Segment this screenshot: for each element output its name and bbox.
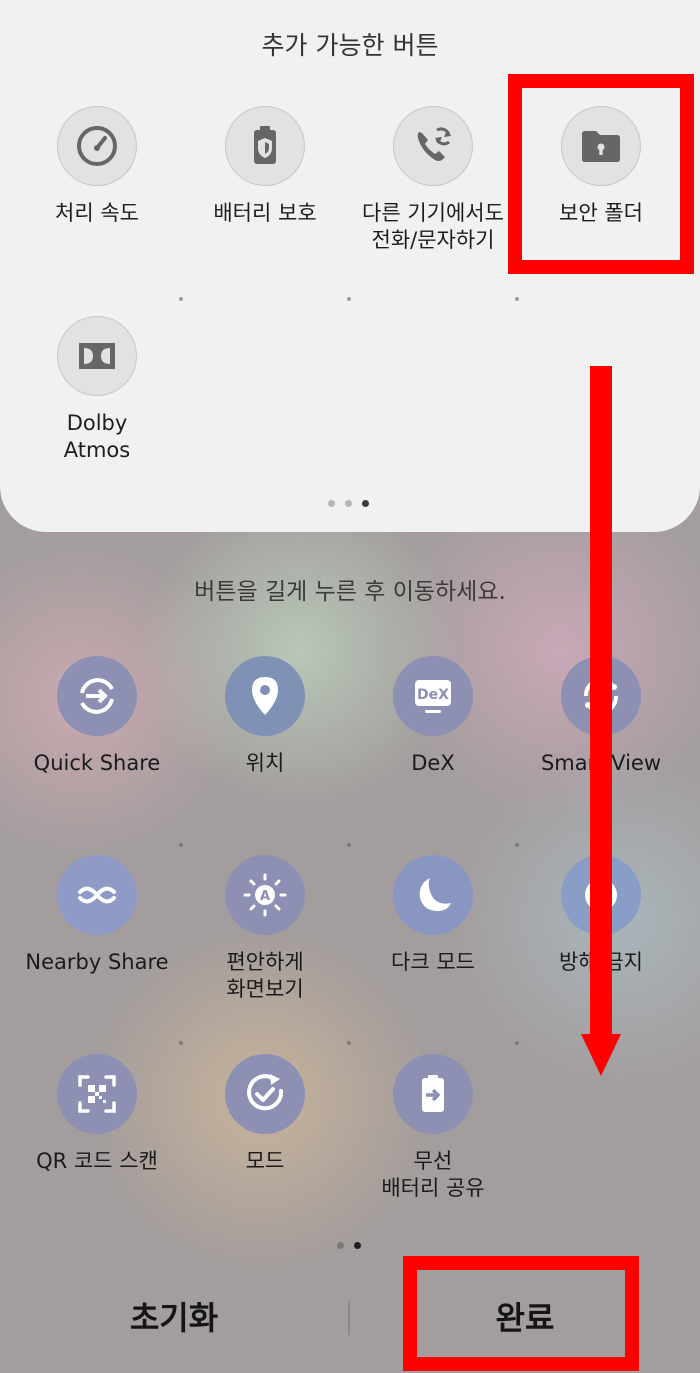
tile-eye-comfort[interactable]: A 편안하게 화면보기: [181, 855, 349, 1003]
tile-call-text-other-devices[interactable]: 다른 기기에서도 전화/문자하기: [349, 106, 517, 254]
grid-dot: [179, 297, 183, 301]
tile-quick-share[interactable]: Quick Share: [13, 656, 181, 777]
tile-label: 다른 기기에서도 전화/문자하기: [362, 201, 504, 252]
tile-wireless-battery-share[interactable]: 무선 배터리 공유: [349, 1054, 517, 1202]
panel-title: 추가 가능한 버튼: [261, 31, 439, 60]
tile-label: Dolby Atmos: [63, 411, 131, 462]
grid-dot: [347, 1041, 351, 1045]
tile-label: 무선 배터리 공유: [381, 1149, 485, 1200]
speedometer-icon: [77, 126, 117, 166]
dolby-icon: [79, 343, 115, 369]
tile-battery-protect[interactable]: 배터리 보호: [181, 106, 349, 227]
grid-dot: [515, 843, 519, 847]
grid-dot: [515, 1041, 519, 1045]
tile-label: 위치: [245, 751, 285, 775]
tile-label: Quick Share: [33, 751, 161, 775]
drag-arrow-shaft: [590, 366, 612, 1046]
grid-dot: [347, 843, 351, 847]
modes-icon: [247, 1074, 284, 1111]
battery-shield-icon: [254, 126, 276, 164]
nearby-share-icon: [78, 886, 116, 904]
svg-text:A: A: [260, 889, 270, 904]
tile-dex[interactable]: DeX DeX: [349, 656, 517, 777]
grid-dot: [179, 1041, 183, 1045]
tile-label: 편안하게 화면보기: [226, 950, 304, 1001]
reset-button[interactable]: 초기화: [0, 1278, 348, 1358]
page-dot: [328, 500, 335, 507]
page-dot: [345, 500, 352, 507]
page-dot-active: [362, 500, 369, 507]
tile-location[interactable]: 위치: [181, 656, 349, 777]
grid-dot: [179, 843, 183, 847]
tile-dolby-atmos[interactable]: Dolby Atmos: [13, 316, 181, 464]
grid-dot: [347, 297, 351, 301]
page-dot-active: [354, 1242, 361, 1249]
dex-icon: DeX: [415, 680, 451, 713]
moon-icon: [419, 878, 451, 912]
svg-text:DeX: DeX: [417, 687, 449, 703]
highlight-done-button: [403, 1256, 639, 1371]
page-dot: [337, 1242, 344, 1249]
tile-label: 배터리 보호: [213, 201, 317, 225]
highlight-secure-folder: [508, 74, 694, 274]
phone-sync-icon: [417, 127, 451, 161]
tile-label: 다크 모드: [391, 950, 475, 974]
page-indicator-top: [328, 500, 369, 507]
tile-nearby-share[interactable]: Nearby Share: [13, 855, 181, 976]
tile-label: 처리 속도: [55, 201, 139, 225]
eye-comfort-icon: A: [243, 873, 287, 917]
tile-label: DeX: [411, 751, 455, 775]
grid-dot: [515, 297, 519, 301]
page-indicator-bottom: [337, 1242, 361, 1249]
location-pin-icon: [252, 677, 278, 715]
drag-arrow-head: [581, 1034, 621, 1076]
tile-modes[interactable]: 모드: [181, 1054, 349, 1175]
tile-label: Nearby Share: [25, 950, 169, 974]
tile-processing-speed[interactable]: 처리 속도: [13, 106, 181, 227]
tile-qr-scan[interactable]: QR 코드 스캔: [13, 1054, 181, 1175]
quick-share-icon: [80, 678, 114, 714]
qr-scan-icon: [78, 1075, 116, 1113]
tile-label: QR 코드 스캔: [36, 1149, 158, 1173]
tile-label: 모드: [245, 1149, 285, 1173]
wireless-battery-share-icon: [422, 1075, 444, 1112]
tile-dark-mode[interactable]: 다크 모드: [349, 855, 517, 976]
